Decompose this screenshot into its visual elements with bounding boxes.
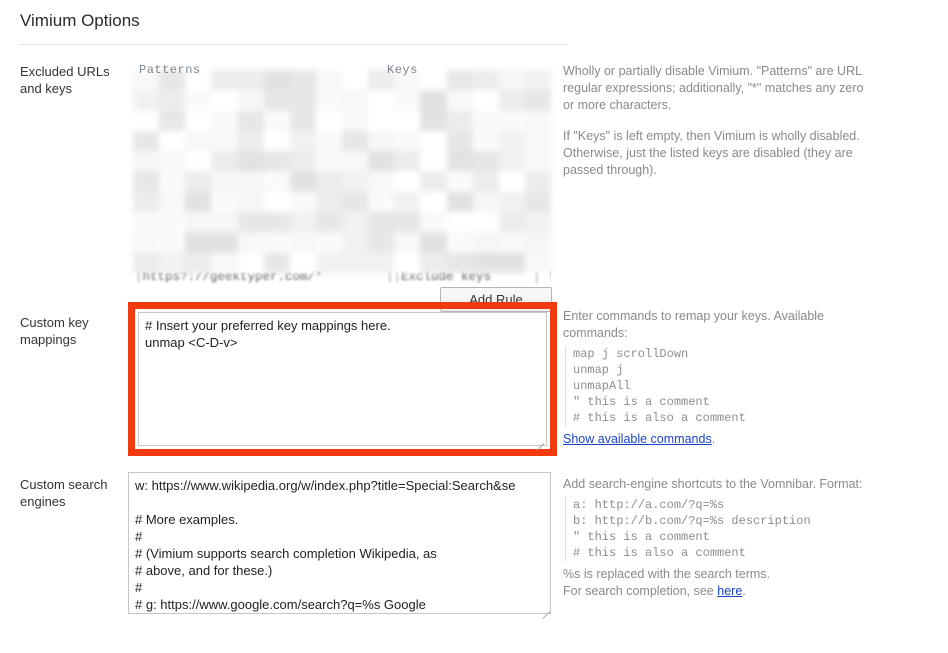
help-key-mappings-link-line: Show available commands.	[563, 431, 873, 448]
help-key-mappings-intro: Enter commands to remap your keys. Avail…	[563, 309, 825, 340]
label-excluded-urls-line2: and keys	[20, 81, 73, 96]
label-excluded-urls-line1: Excluded URLs	[20, 64, 110, 79]
excluded-rules-field: Patterns Keys |https?://geektyper.com/* …	[128, 63, 553, 312]
search-completion-here-link[interactable]: here	[717, 584, 742, 598]
show-available-commands-link-suffix: .	[711, 432, 716, 446]
help-search-engines-note-1: %s is replaced with the search terms.	[563, 567, 771, 581]
page-header: Vimium Options	[0, 0, 948, 32]
help-search-engines-code: a: http://a.com/?q=%s b: http://b.com/?q…	[565, 497, 873, 561]
help-search-engines-note-2-prefix: For search completion, see	[563, 584, 718, 598]
custom-key-mappings-input[interactable]	[138, 312, 547, 446]
help-search-engines-intro: Add search-engine shortcuts to the Vomni…	[563, 477, 863, 491]
help-excluded-paragraph-2: If "Keys" is left empty, then Vimium is …	[563, 129, 860, 177]
header-divider	[20, 44, 568, 45]
help-search-engines: Add search-engine shortcuts to the Vomni…	[553, 472, 873, 600]
label-custom-key-mappings: Custom key mappings	[0, 302, 128, 348]
label-key-mappings-line1: Custom key	[20, 315, 89, 330]
page-title: Vimium Options	[20, 11, 140, 30]
label-excluded-urls: Excluded URLs and keys	[0, 63, 128, 97]
key-mappings-textarea-wrap	[138, 312, 547, 451]
column-header-keys: Keys	[387, 63, 418, 77]
custom-search-engines-input[interactable]	[128, 472, 551, 614]
help-key-mappings: Enter commands to remap your keys. Avail…	[553, 302, 873, 448]
label-custom-search-engines: Custom search engines	[0, 472, 128, 510]
exclusion-rules-table: Patterns Keys |https?://geektyper.com/* …	[128, 63, 553, 312]
column-header-patterns: Patterns	[139, 63, 201, 77]
blurred-rules-overlay	[133, 70, 551, 273]
key-mappings-highlight-border	[128, 302, 557, 456]
option-row-search-engines: Custom search engines Add search-engine …	[0, 472, 948, 619]
help-search-engines-note-2-suffix: .	[742, 584, 746, 598]
label-search-engines-line1: Custom search	[20, 477, 108, 492]
label-search-engines-line2: engines	[20, 494, 66, 509]
option-row-key-mappings: Custom key mappings Enter commands to re…	[0, 302, 948, 456]
help-excluded-urls: Wholly or partially disable Vimium. "Pat…	[553, 63, 873, 179]
option-row-excluded-urls: Excluded URLs and keys Patterns Keys |ht…	[0, 63, 948, 312]
show-available-commands-link[interactable]: Show available commands	[563, 432, 712, 446]
key-mappings-field	[128, 302, 557, 456]
search-engines-textarea-wrap	[128, 472, 553, 619]
label-key-mappings-line2: mappings	[20, 332, 77, 347]
search-engines-field	[128, 472, 553, 619]
help-search-engines-note-2: For search completion, see here.	[563, 583, 873, 600]
help-excluded-paragraph-1: Wholly or partially disable Vimium. "Pat…	[563, 64, 864, 112]
help-key-mappings-code: map j scrollDown unmap j unmapAll " this…	[565, 346, 873, 426]
